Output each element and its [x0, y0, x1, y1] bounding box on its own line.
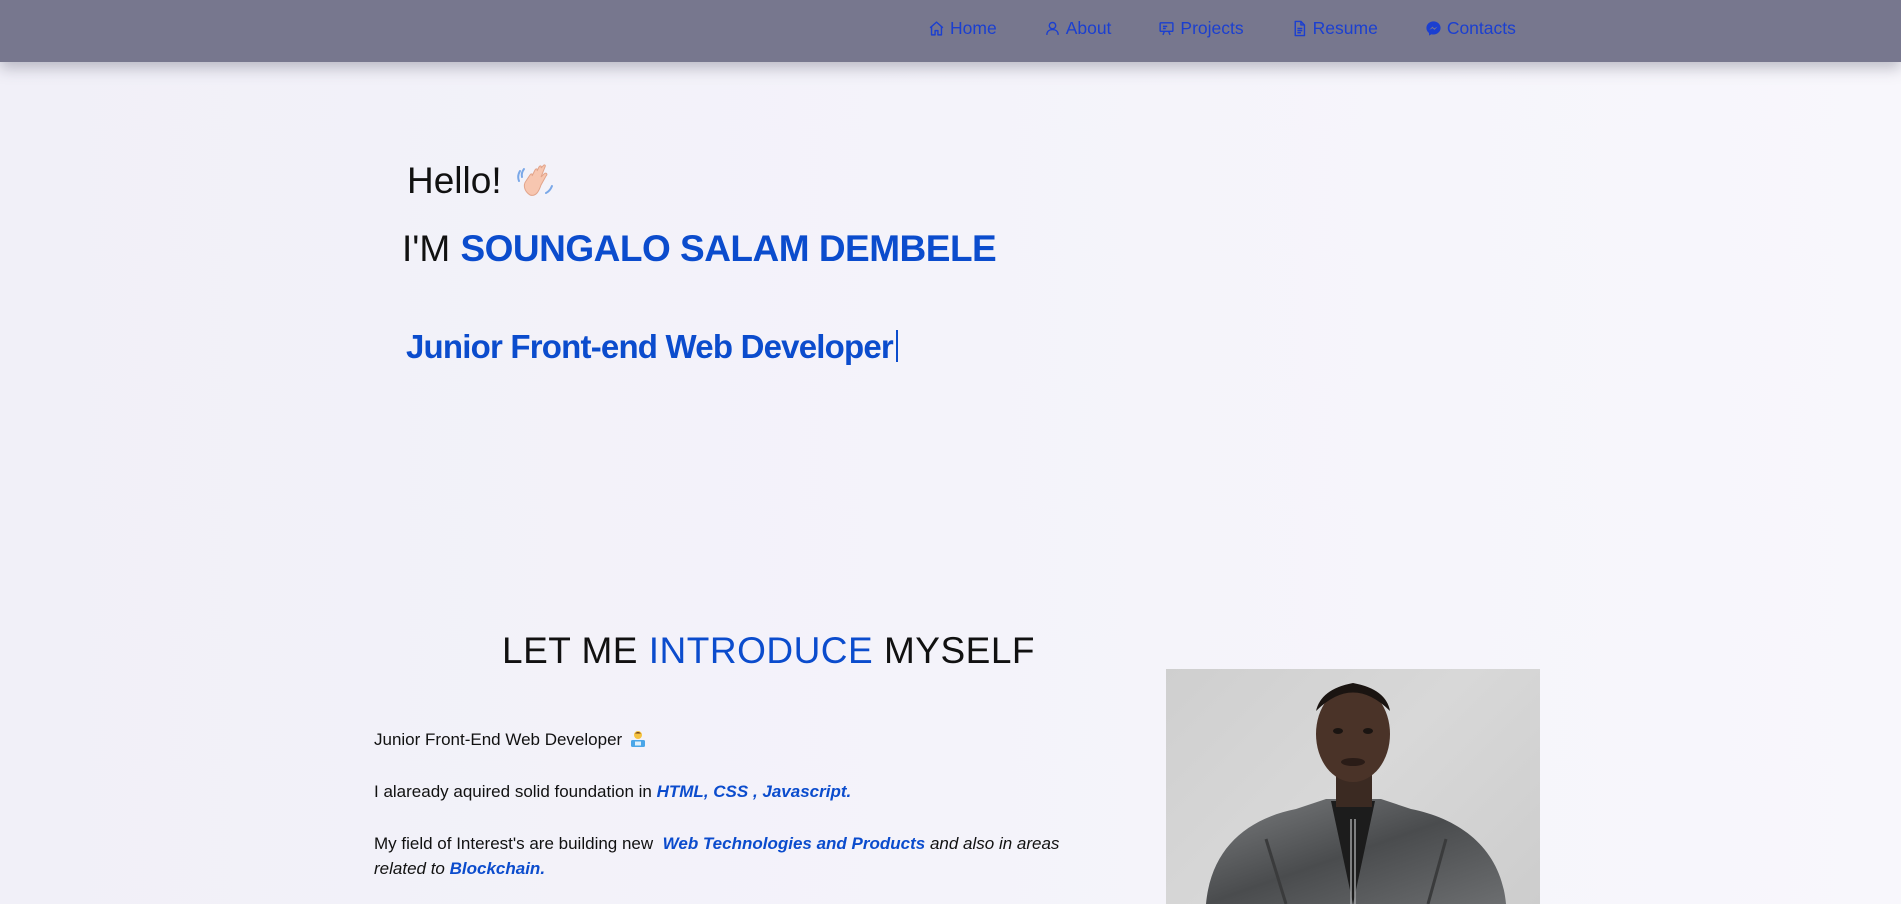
intro-paragraph-2: I alaready aquired solid foundation in H… — [374, 779, 1094, 804]
intro-paragraph-3: My field of Interest's are building new … — [374, 831, 1094, 881]
nav-item-contacts[interactable]: Contacts — [1425, 18, 1516, 39]
nav-list: Home About Projects Resume Contacts — [928, 0, 1516, 56]
nav-item-label: Contacts — [1446, 17, 1516, 38]
profile-photo — [1166, 669, 1540, 904]
intro-title: LET ME INTRODUCE MYSELF — [502, 630, 1035, 672]
navbar: Home About Projects Resume Contacts — [0, 0, 1901, 62]
im-prefix: I'M — [402, 228, 451, 269]
interest-highlight-web: Web Technologies and Products — [662, 834, 926, 853]
nav-item-home[interactable]: Home — [928, 18, 997, 39]
user-icon — [1044, 20, 1061, 37]
nav-item-label: Projects — [1180, 17, 1244, 38]
typing-cursor — [895, 330, 898, 362]
hero-name: I'M SOUNGALO SALAM DEMBELE — [402, 228, 997, 270]
intro-p2-text: I alaready aquired solid foundation in — [374, 782, 652, 801]
intro-paragraph-1: Junior Front-End Web Developer — [374, 727, 1094, 752]
technologist-icon — [622, 730, 648, 749]
nav-item-about[interactable]: About — [1044, 17, 1112, 39]
hero-greeting: Hello! — [407, 160, 556, 202]
waving-hand-icon — [516, 161, 556, 201]
projects-icon — [1158, 20, 1175, 37]
nav-item-label: Resume — [1312, 17, 1378, 38]
intro-title-highlight: INTRODUCE — [648, 630, 874, 671]
skills-highlight: HTML, CSS , Javascript. — [656, 782, 852, 801]
messenger-icon — [1425, 20, 1442, 37]
nav-item-label: About — [1065, 17, 1112, 38]
nav-item-resume[interactable]: Resume — [1291, 18, 1378, 39]
name-highlight: SOUNGALO SALAM DEMBELE — [460, 228, 997, 269]
home-icon — [928, 20, 945, 37]
intro-title-part1: LET ME — [502, 630, 638, 671]
nav-item-label: Home — [950, 17, 997, 38]
greeting-text: Hello! — [407, 160, 502, 201]
intro-p1-text: Junior Front-End Web Developer — [374, 730, 623, 749]
intro-title-part2: MYSELF — [883, 630, 1036, 671]
role-text: Junior Front-end Web Developer — [406, 328, 894, 365]
intro-p3-text: My field of Interest's are building new — [374, 834, 654, 853]
document-icon — [1291, 20, 1308, 37]
nav-item-projects[interactable]: Projects — [1158, 17, 1244, 39]
interest-highlight-blockchain: Blockchain. — [449, 859, 546, 878]
typewriter-role: Junior Front-end Web Developer — [406, 328, 898, 366]
